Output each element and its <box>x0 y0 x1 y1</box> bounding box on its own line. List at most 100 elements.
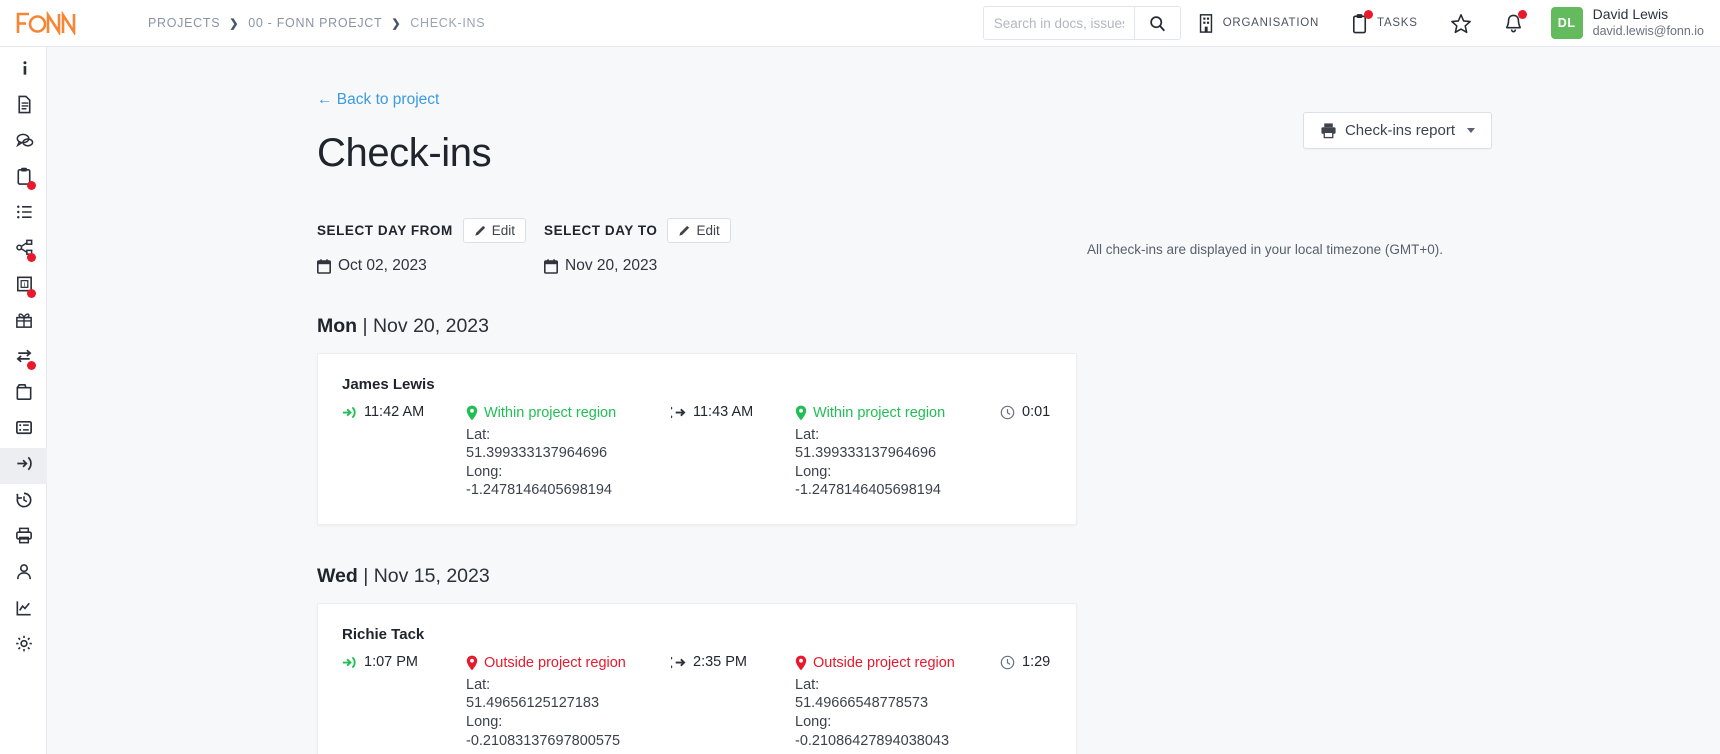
day-weekday: Mon <box>317 315 358 337</box>
check-out-time-block: 11:43 AM <box>671 404 795 420</box>
search-box[interactable] <box>982 6 1181 40</box>
settings-icon <box>14 634 34 659</box>
duration: 1:29 <box>1000 654 1120 670</box>
breadcrumb-item-check-ins[interactable]: CHECK-INS <box>410 16 485 30</box>
sidebar-item-share-nodes[interactable] <box>0 232 47 268</box>
gift-icon <box>14 310 34 335</box>
search-icon <box>1149 15 1165 31</box>
timezone-note: All check-ins are displayed in your loca… <box>1087 242 1444 257</box>
notification-badge <box>27 181 36 190</box>
map-pin-icon <box>795 655 807 671</box>
user-menu[interactable]: DL David Lewis david.lewis@fonn.io <box>1539 6 1704 39</box>
check-in-lat-value: 51.399333137964696 <box>466 445 608 462</box>
top-bar: PROJECTS ❯ 00 - FONN PROEJCT ❯ CHECK-INS <box>0 0 1720 47</box>
chevron-down-icon <box>1467 128 1475 133</box>
check-in-region-status-label: Within project region <box>484 405 617 421</box>
check-ins-report-label: Check-ins report <box>1344 122 1455 139</box>
check-out-region-status-label: Outside project region <box>813 655 955 672</box>
date-to-filter: SELECT DAY TO Edit Nov 20, 2023 <box>544 218 731 275</box>
archive-icon <box>14 382 34 407</box>
sidebar-item-clipboard[interactable] <box>0 160 47 196</box>
sidebar-item-document[interactable] <box>0 88 47 124</box>
notifications-button[interactable] <box>1488 0 1539 46</box>
sidebar-item-history[interactable] <box>0 484 47 520</box>
sidebar-item-archive[interactable] <box>0 376 47 412</box>
check-out-long-value: -0.21086427894038043 <box>795 732 950 749</box>
user-email: david.lewis@fonn.io <box>1592 23 1704 38</box>
date-from-edit-label: Edit <box>491 223 516 238</box>
check-in-region-status-label: Outside project region <box>484 655 626 672</box>
printer-icon <box>1321 123 1336 139</box>
sidebar-item-check-in[interactable] <box>0 448 47 484</box>
check-ins-report-button[interactable]: Check-ins report <box>1302 112 1492 149</box>
breadcrumb-separator-icon: ❯ <box>391 17 402 30</box>
breadcrumb-separator-icon: ❯ <box>229 17 240 30</box>
check-in-icon <box>14 454 34 479</box>
check-in-lat-label: Lat: <box>466 426 491 443</box>
check-in-card[interactable]: James Lewis 11:42 AM Within project regi… <box>317 353 1077 526</box>
building-icon <box>1197 13 1215 33</box>
pencil-icon <box>475 225 485 236</box>
date-to-value-wrap[interactable]: Nov 20, 2023 <box>544 257 731 275</box>
check-out-time-block: 2:35 PM <box>671 654 795 670</box>
day-group: Wed | Nov 15, 2023 Richie Tack 1:07 PM O… <box>317 565 1720 754</box>
fonn-logo[interactable] <box>0 11 98 35</box>
date-from-value-wrap[interactable]: Oct 02, 2023 <box>317 257 526 275</box>
check-in-lat-value: 51.49656125127183 <box>466 695 600 712</box>
sidebar-item-gift[interactable] <box>0 304 47 340</box>
sign-in-icon <box>342 656 356 668</box>
sidebar-item-analytics[interactable] <box>0 592 47 628</box>
check-out-time: 11:43 AM <box>671 404 795 420</box>
check-in-long-label: Long: <box>466 713 503 730</box>
sidebar-item-transfer[interactable] <box>0 340 47 376</box>
check-out-long-value: -1.2478146405698194 <box>795 482 941 499</box>
check-in-person-name: James Lewis <box>342 376 435 393</box>
date-from-edit-button[interactable]: Edit <box>462 218 527 243</box>
calendar-icon <box>544 258 559 274</box>
tasks-button[interactable]: TASKS <box>1335 0 1434 46</box>
tasks-label: TASKS <box>1377 17 1418 29</box>
check-in-region-status: Outside project region <box>466 654 671 673</box>
breadcrumb-item-projects[interactable]: PROJECTS <box>148 16 220 30</box>
sidebar-item-person[interactable] <box>0 556 47 592</box>
sidebar-item-chat[interactable] <box>0 124 47 160</box>
date-from-value: Oct 02, 2023 <box>338 257 427 274</box>
map-pin-icon <box>466 405 478 421</box>
person-icon <box>14 562 34 587</box>
sidebar-item-info[interactable] <box>0 52 47 88</box>
check-in-card[interactable]: Richie Tack 1:07 PM Outside project regi… <box>317 603 1077 754</box>
check-in-long-value: -1.2478146405698194 <box>466 482 612 499</box>
check-in-location-block: Outside project region Lat: 51.496561251… <box>466 654 671 750</box>
check-in-person-name: Richie Tack <box>342 626 425 644</box>
day-heading: Mon | Nov 20, 2023 <box>317 315 489 337</box>
sidebar-item-printer[interactable] <box>0 520 47 556</box>
search-input[interactable] <box>983 7 1134 39</box>
clock-icon <box>1000 655 1015 669</box>
sidebar-item-checklist[interactable] <box>0 196 47 232</box>
duration-block: 0:01 <box>1000 404 1120 420</box>
notification-badge <box>27 253 36 262</box>
printer-icon <box>14 526 34 551</box>
check-in-coordinates: Lat: 51.49656125127183 Long: -0.21083137… <box>466 676 671 750</box>
sidebar-item-drawing[interactable]: i <box>0 268 47 304</box>
date-from-label: SELECT DAY FROM <box>317 223 453 238</box>
sidebar-item-list-view[interactable] <box>0 412 47 448</box>
check-out-region-status-label: Within project region <box>813 405 946 421</box>
analytics-icon <box>14 598 34 623</box>
search-button[interactable] <box>1133 7 1180 39</box>
avatar: DL <box>1550 7 1583 39</box>
back-to-project-link[interactable]: ← Back to project <box>317 91 439 109</box>
top-bar-actions: ORGANISATION TASKS <box>982 0 1720 46</box>
sign-out-icon <box>671 406 686 418</box>
organisation-button[interactable]: ORGANISATION <box>1181 0 1335 46</box>
sidebar-item-settings[interactable] <box>0 628 47 664</box>
clock-icon <box>1000 405 1015 419</box>
bell-icon <box>1504 9 1527 34</box>
favorites-button[interactable] <box>1434 0 1488 46</box>
left-sidebar: i <box>0 47 47 754</box>
info-icon <box>14 58 34 83</box>
date-to-edit-button[interactable]: Edit <box>667 218 731 243</box>
breadcrumb-item-project[interactable]: 00 - FONN PROEJCT <box>248 16 382 30</box>
user-name: David Lewis <box>1592 6 1669 23</box>
day-heading: Wed | Nov 15, 2023 <box>317 565 490 588</box>
